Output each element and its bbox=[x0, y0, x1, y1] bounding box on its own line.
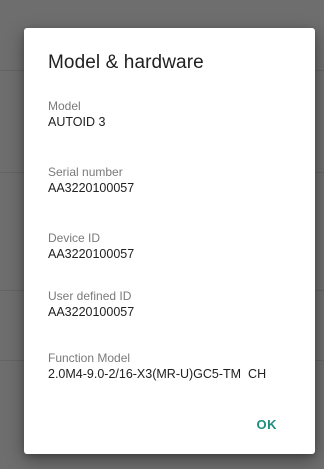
function-model-value: 2.0M4-9.0-2/16-X3(MR-U)GC5-TM CH bbox=[48, 367, 267, 381]
serial-number-value: AA3220100057 bbox=[48, 181, 135, 195]
ok-button[interactable]: OK bbox=[253, 415, 282, 434]
user-defined-id-field: User defined ID AA3220100057 bbox=[48, 289, 291, 319]
function-model-label: Function Model bbox=[48, 351, 131, 365]
model-hardware-dialog: Model & hardware Model AUTOID 3 Serial n… bbox=[24, 28, 315, 454]
serial-number-field: Serial number AA3220100057 bbox=[48, 165, 291, 195]
model-value: AUTOID 3 bbox=[48, 115, 106, 129]
function-model-field: Function Model 2.0M4-9.0-2/16-X3(MR-U)GC… bbox=[48, 351, 291, 381]
serial-number-label: Serial number bbox=[48, 165, 123, 179]
device-id-label: Device ID bbox=[48, 231, 101, 245]
user-defined-id-label: User defined ID bbox=[48, 289, 132, 303]
model-field: Model AUTOID 3 bbox=[48, 99, 291, 129]
model-label: Model bbox=[48, 99, 81, 113]
device-id-field: Device ID AA3220100057 bbox=[48, 231, 291, 261]
dialog-title: Model & hardware bbox=[48, 52, 204, 73]
device-id-value: AA3220100057 bbox=[48, 247, 135, 261]
user-defined-id-value: AA3220100057 bbox=[48, 305, 135, 319]
